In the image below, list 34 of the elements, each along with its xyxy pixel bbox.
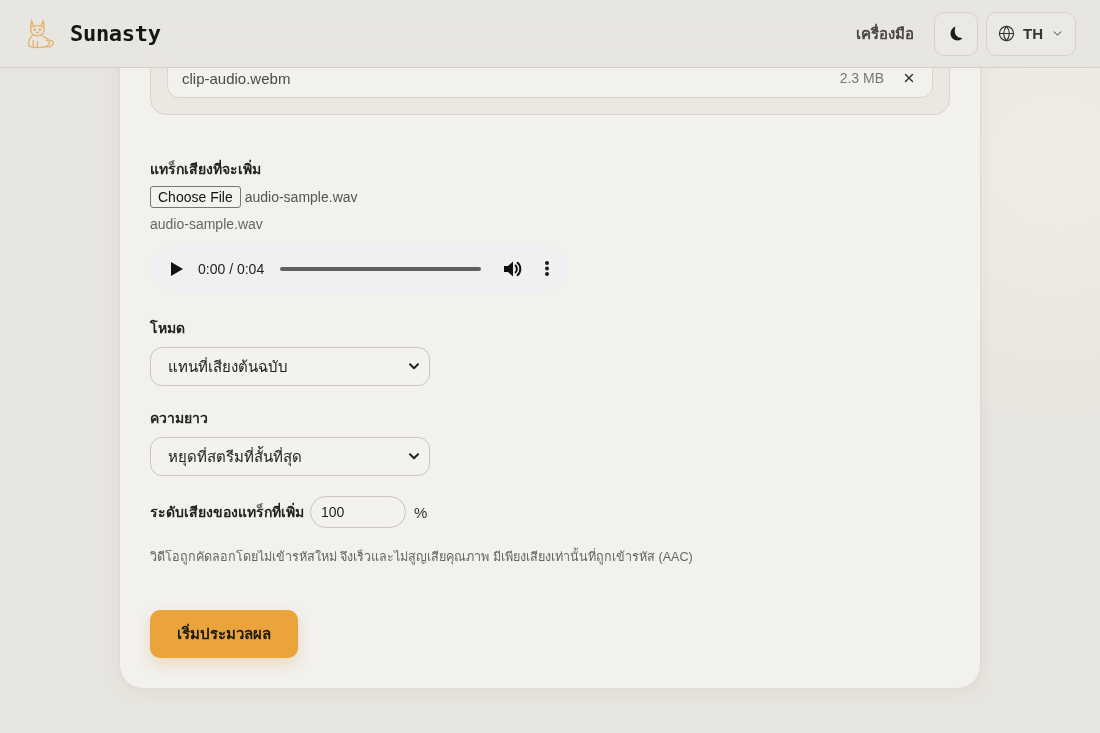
mute-button[interactable] <box>504 260 523 277</box>
file-size: 2.3 MB <box>839 70 884 86</box>
volume-icon <box>504 260 523 277</box>
theme-toggle-button[interactable] <box>934 11 978 56</box>
progress-track[interactable] <box>280 266 482 271</box>
tools-link[interactable]: เครื่องมือ <box>856 21 914 46</box>
field-label: แทร็กเสียงที่จะเพิ่ม <box>150 159 261 179</box>
mode-select[interactable]: แทนที่เสียงต้นฉบับ <box>150 347 430 386</box>
info-note: วิดีโอถูกคัดลอกโดยไม่เข้ารหัสใหม่ จึงเร็วและไม่สูญเสียคุณภาพ มีเพียงเสียงเท่านั้นที่ถูกเข้ารหัส (AAC) <box>150 548 693 566</box>
file-name: clip-audio.webm <box>182 70 291 86</box>
playback-time: 0:00 / 0:04 <box>198 260 265 277</box>
globe-icon <box>998 25 1015 42</box>
play-icon <box>171 261 183 276</box>
cat-logo-icon <box>26 18 56 49</box>
moon-icon <box>949 26 963 41</box>
length-select[interactable]: หยุดที่สตรีมที่สั้นที่สุด <box>150 437 430 476</box>
start-button[interactable]: เริ่มประมวลผล <box>150 610 298 658</box>
chevron-down-icon <box>409 453 419 460</box>
remove-file-button[interactable] <box>902 71 916 85</box>
chosen-file-name: audio-sample.wav <box>244 189 358 205</box>
volume-input[interactable]: 100 <box>310 496 406 528</box>
field-label: ระดับเสียงของแทร็กที่เพิ่ม <box>150 501 304 522</box>
unit-label: % <box>414 503 428 521</box>
play-button[interactable] <box>171 261 183 276</box>
brand-name: Sunasty <box>70 21 161 46</box>
field-label: โหมด <box>150 318 185 338</box>
chevron-down-icon <box>409 363 419 370</box>
choose-file-button[interactable]: Choose File <box>150 186 241 208</box>
close-icon <box>902 71 916 85</box>
more-options-button[interactable] <box>545 261 550 276</box>
field-label: ความยาว <box>150 409 208 428</box>
audio-file-name: audio-sample.wav <box>150 215 263 233</box>
more-vertical-icon <box>545 261 550 276</box>
language-button[interactable]: TH <box>986 11 1076 56</box>
